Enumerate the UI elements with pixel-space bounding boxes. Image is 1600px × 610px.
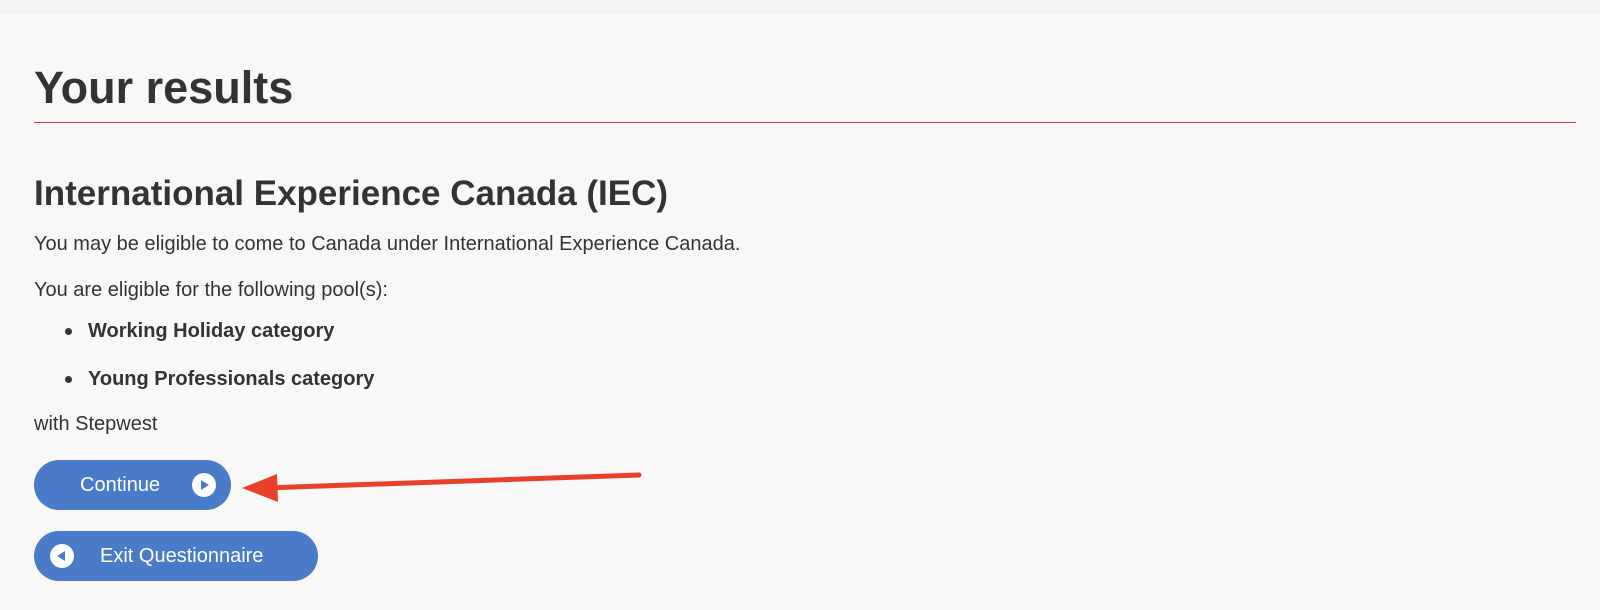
pool-item-label: Working Holiday category <box>88 320 335 342</box>
pool-item-young-professionals: Young Professionals category <box>34 366 374 392</box>
page-title: Your results <box>34 62 294 113</box>
pool-list: Working Holiday category Young Professio… <box>34 318 374 414</box>
bullet-icon <box>65 328 72 335</box>
pool-item-working-holiday: Working Holiday category <box>34 318 374 344</box>
exit-questionnaire-button[interactable]: Exit Questionnaire <box>34 531 318 581</box>
pools-intro-text: You are eligible for the following pool(… <box>34 279 388 301</box>
exit-button-label: Exit Questionnaire <box>100 545 264 567</box>
play-circle-icon <box>192 473 216 497</box>
partner-text: with Stepwest <box>34 413 158 435</box>
pool-item-label: Young Professionals category <box>88 368 375 390</box>
back-circle-icon <box>50 544 74 568</box>
title-divider <box>34 122 1576 123</box>
top-strip <box>0 0 1600 14</box>
program-heading: International Experience Canada (IEC) <box>34 174 669 213</box>
continue-button[interactable]: Continue <box>34 460 231 510</box>
continue-button-label: Continue <box>80 474 161 496</box>
eligibility-text: You may be eligible to come to Canada un… <box>34 233 741 255</box>
bullet-icon <box>65 376 72 383</box>
annotation-arrow-icon <box>242 472 642 502</box>
